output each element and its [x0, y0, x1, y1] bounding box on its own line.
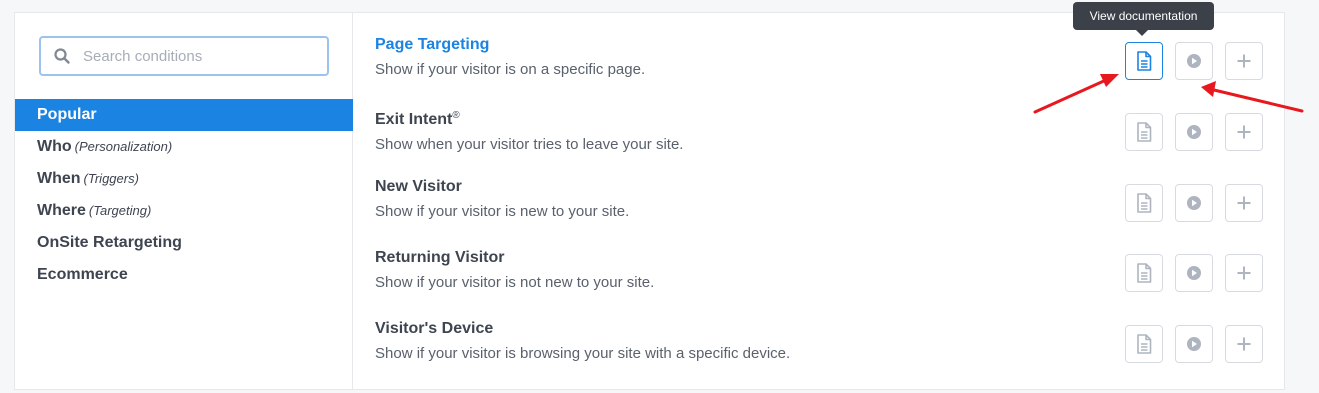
sidebar-item-label: Ecommerce — [37, 266, 128, 283]
conditions-list: Page Targeting Show if your visitor is on… — [354, 13, 1284, 389]
condition-title-text: New Visitor — [375, 178, 462, 195]
plus-icon — [1236, 53, 1252, 69]
sidebar-item-popular[interactable]: Popular — [15, 99, 353, 131]
condition-title: Visitor's Device — [375, 319, 1015, 339]
view-documentation-button[interactable] — [1125, 113, 1163, 151]
search-input[interactable] — [83, 45, 318, 67]
sidebar-item-label: Where — [37, 202, 86, 219]
condition-description: Show if your visitor is new to your site… — [375, 203, 630, 220]
document-icon — [1136, 122, 1152, 142]
conditions-panel: PopularWho(Personalization)When(Triggers… — [14, 12, 1285, 390]
condition-title: Returning Visitor — [375, 248, 1015, 268]
condition-exit-intent: Exit Intent® Show when your visitor tries… — [375, 106, 1015, 155]
view-documentation-button[interactable] — [1125, 184, 1163, 222]
watch-video-button[interactable] — [1175, 184, 1213, 222]
sidebar-item-sublabel: (Targeting) — [88, 203, 152, 218]
condition-actions — [1125, 184, 1265, 222]
sidebar-item-who[interactable]: Who (Personalization) — [15, 131, 353, 163]
document-icon — [1136, 51, 1152, 71]
condition-actions — [1125, 325, 1265, 363]
add-condition-button[interactable] — [1225, 254, 1263, 292]
document-icon — [1136, 263, 1152, 283]
registered-mark: ® — [452, 110, 460, 121]
condition-actions — [1125, 42, 1265, 80]
condition-actions — [1125, 254, 1265, 292]
search-icon — [54, 48, 70, 64]
condition-title-text: Returning Visitor — [375, 249, 505, 266]
tooltip-text: View documentation — [1089, 9, 1198, 23]
search-box[interactable] — [39, 36, 329, 76]
watch-video-button[interactable] — [1175, 254, 1213, 292]
view-documentation-button[interactable] — [1125, 42, 1163, 80]
tooltip-arrow — [1136, 30, 1148, 36]
condition-title-text: Exit Intent — [375, 111, 453, 128]
category-list: Popular Who (Personalization) When (Triggers… — [15, 99, 353, 291]
condition-description: Show when your visitor tries to leave yo… — [375, 136, 684, 153]
view-documentation-button[interactable] — [1125, 325, 1163, 363]
condition-description: Show if your visitor is not new to your … — [375, 274, 655, 291]
watch-video-button[interactable] — [1175, 325, 1213, 363]
watch-video-button[interactable] — [1175, 113, 1213, 151]
sidebar-item-sublabel: (Triggers) — [83, 171, 139, 186]
sidebar-item-label: Who — [37, 138, 72, 155]
sidebar-item-label: OnSite Retargeting — [37, 234, 182, 251]
add-condition-button[interactable] — [1225, 113, 1263, 151]
add-condition-button[interactable] — [1225, 184, 1263, 222]
condition-new-visitor: New Visitor Show if your visitor is new t… — [375, 177, 1015, 222]
document-icon — [1136, 193, 1152, 213]
condition-title: Exit Intent® — [375, 106, 1015, 130]
sidebar-item-label: When — [37, 170, 81, 187]
condition-visitor-s-device: Visitor's Device Show if your visitor is … — [375, 319, 1015, 364]
view-documentation-button[interactable] — [1125, 254, 1163, 292]
play-icon — [1186, 336, 1202, 352]
add-condition-button[interactable] — [1225, 42, 1263, 80]
sidebar-item-label: Popular — [37, 106, 97, 123]
plus-icon — [1236, 336, 1252, 352]
play-icon — [1186, 195, 1202, 211]
sidebar-item-onsite-retargeting[interactable]: OnSite Retargeting — [15, 227, 353, 259]
condition-actions — [1125, 113, 1265, 151]
sidebar-item-ecommerce[interactable]: Ecommerce — [15, 259, 353, 291]
sidebar-item-sublabel: (Personalization) — [74, 139, 173, 154]
condition-title: New Visitor — [375, 177, 1015, 197]
plus-icon — [1236, 265, 1252, 281]
watch-video-button[interactable] — [1175, 42, 1213, 80]
sidebar: PopularWho(Personalization)When(Triggers… — [15, 13, 353, 389]
plus-icon — [1236, 124, 1252, 140]
play-icon — [1186, 53, 1202, 69]
plus-icon — [1236, 195, 1252, 211]
play-icon — [1186, 124, 1202, 140]
condition-description: Show if your visitor is browsing your si… — [375, 345, 791, 362]
condition-page-targeting: Page Targeting Show if your visitor is on… — [375, 35, 1015, 80]
sidebar-item-where[interactable]: Where (Targeting) — [15, 195, 353, 227]
sidebar-item-when[interactable]: When (Triggers) — [15, 163, 353, 195]
tooltip: View documentation — [1073, 2, 1214, 36]
condition-title-text: Visitor's Device — [375, 320, 494, 337]
condition-returning-visitor: Returning Visitor Show if your visitor is… — [375, 248, 1015, 293]
add-condition-button[interactable] — [1225, 325, 1263, 363]
condition-description: Show if your visitor is on a specific pa… — [375, 61, 646, 78]
condition-title-text: Page Targeting — [375, 36, 490, 53]
play-icon — [1186, 265, 1202, 281]
document-icon — [1136, 334, 1152, 354]
condition-title[interactable]: Page Targeting — [375, 35, 1015, 55]
